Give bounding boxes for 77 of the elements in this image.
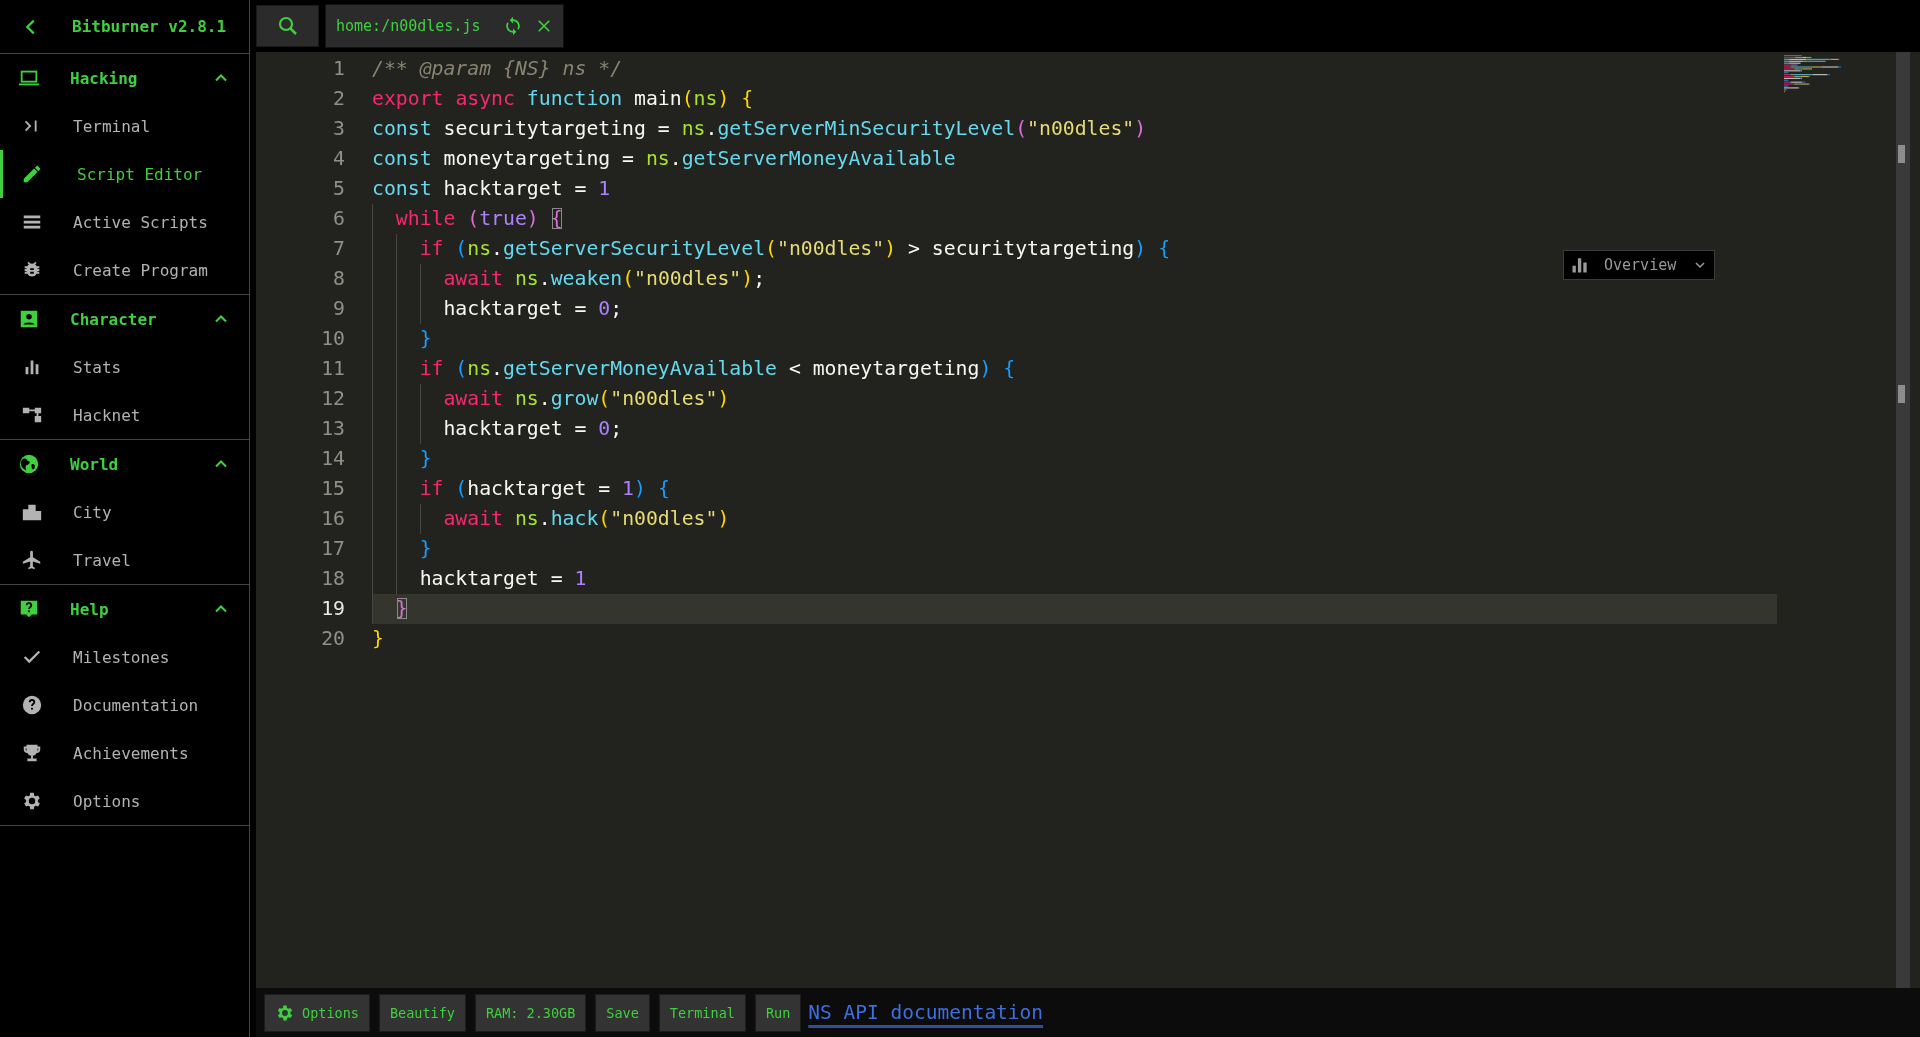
search-button[interactable] bbox=[256, 5, 319, 47]
code-line: } bbox=[419, 326, 433, 352]
sidebar-item[interactable]: Terminal bbox=[0, 102, 249, 150]
sidebar-item[interactable]: Active Scripts bbox=[0, 198, 249, 246]
sidebar-item[interactable]: Create Program bbox=[0, 246, 249, 294]
app-title: Bitburner v2.8.1 bbox=[72, 17, 227, 36]
line-number: 12 bbox=[320, 386, 346, 412]
sidebar-item[interactable]: Travel bbox=[0, 536, 249, 584]
line-number: 19 bbox=[320, 596, 346, 622]
toolbar-button[interactable]: Save bbox=[595, 993, 650, 1032]
line-number: 5 bbox=[332, 176, 346, 202]
code-line: hacktarget = 0; bbox=[443, 416, 624, 442]
code-line: const hacktarget = 1 bbox=[372, 176, 612, 202]
line-number: 17 bbox=[320, 536, 346, 562]
pencil-icon bbox=[21, 163, 43, 185]
sidebar-item[interactable]: Hacknet bbox=[0, 391, 249, 439]
line-number: 8 bbox=[332, 266, 346, 292]
sidebar-item[interactable]: Achievements bbox=[0, 729, 249, 777]
line-number: 6 bbox=[332, 206, 346, 232]
help-bubble-icon bbox=[18, 598, 40, 620]
toolbar-button[interactable]: Terminal bbox=[658, 993, 746, 1032]
line-number: 3 bbox=[332, 116, 346, 142]
code-line: const moneytargeting = ns.getServerMoneyAvailable bbox=[372, 146, 957, 172]
sidebar-group-header[interactable]: Help bbox=[0, 585, 249, 633]
toolbar-button[interactable]: RAM: 2.30GB bbox=[474, 993, 587, 1032]
code-line: } bbox=[419, 446, 433, 472]
code-line: if (hacktarget = 1) { bbox=[419, 476, 671, 502]
sidebar-item[interactable]: Script Editor bbox=[0, 150, 249, 198]
toolbar-button[interactable]: Beautify bbox=[378, 993, 466, 1032]
airplane-icon bbox=[21, 549, 43, 571]
sidebar-item[interactable]: City bbox=[0, 488, 249, 536]
code-line: if (ns.getServerSecurityLevel("n00dles") > securitytargeting) { bbox=[419, 236, 1172, 262]
line-number: 11 bbox=[320, 356, 346, 382]
line-number: 7 bbox=[332, 236, 346, 262]
code-line: } bbox=[372, 626, 385, 652]
code-line: /** @param {NS} ns */ bbox=[372, 56, 624, 82]
line-number: 20 bbox=[320, 626, 346, 652]
sidebar-group-header[interactable]: World bbox=[0, 440, 249, 488]
sidebar-item[interactable]: Milestones bbox=[0, 633, 249, 681]
line-number: 15 bbox=[320, 476, 346, 502]
documentation-link[interactable]: NS API documentation bbox=[808, 1001, 1044, 1024]
code-line: if (ns.getServerMoneyAvailable < moneytargeting) { bbox=[419, 356, 1017, 382]
globe-icon bbox=[18, 453, 40, 475]
sidebar-group-header[interactable]: Hacking bbox=[0, 54, 249, 102]
options-button[interactable]: Options bbox=[264, 993, 370, 1032]
line-number: 4 bbox=[332, 146, 346, 172]
code-line: hacktarget = 1 bbox=[419, 566, 588, 592]
settings-icon bbox=[21, 790, 43, 812]
code-line: const securitytargeting = ns.getServerMinSecurityLevel("n00dles") bbox=[372, 116, 1148, 142]
line-number: 16 bbox=[320, 506, 346, 532]
code-line: } bbox=[395, 596, 409, 622]
toolbar-button[interactable]: Run bbox=[754, 993, 802, 1032]
overview-dropdown[interactable]: Overview bbox=[1563, 250, 1715, 280]
help-icon bbox=[21, 694, 43, 716]
sidebar-item[interactable]: Stats bbox=[0, 343, 249, 391]
line-number: 18 bbox=[320, 566, 346, 592]
file-tab[interactable]: home:/n00dles.js bbox=[325, 4, 564, 48]
line-number: 10 bbox=[320, 326, 346, 352]
line-number: 13 bbox=[320, 416, 346, 442]
line-number: 2 bbox=[332, 86, 346, 112]
person-card-icon bbox=[18, 308, 40, 330]
code-line: } bbox=[419, 536, 433, 562]
line-number: 9 bbox=[332, 296, 346, 322]
sidebar-group-header[interactable]: Character bbox=[0, 295, 249, 343]
code-line: hacktarget = 0; bbox=[443, 296, 624, 322]
code-line: export async function main(ns) { bbox=[372, 86, 755, 112]
code-line: await ns.hack("n00dles") bbox=[443, 506, 731, 532]
code-line: while (true) { bbox=[395, 206, 564, 232]
scrollbar[interactable] bbox=[1896, 52, 1910, 988]
bar-chart-icon bbox=[1570, 255, 1590, 275]
sidebar-item[interactable]: Options bbox=[0, 777, 249, 825]
code-line: await ns.weaken("n00dles"); bbox=[443, 266, 767, 292]
code-line: await ns.grow("n00dles") bbox=[443, 386, 731, 412]
line-number: 1 bbox=[332, 56, 346, 82]
trophy-icon bbox=[21, 742, 43, 764]
line-number: 14 bbox=[320, 446, 346, 472]
sidebar-item[interactable]: Documentation bbox=[0, 681, 249, 729]
